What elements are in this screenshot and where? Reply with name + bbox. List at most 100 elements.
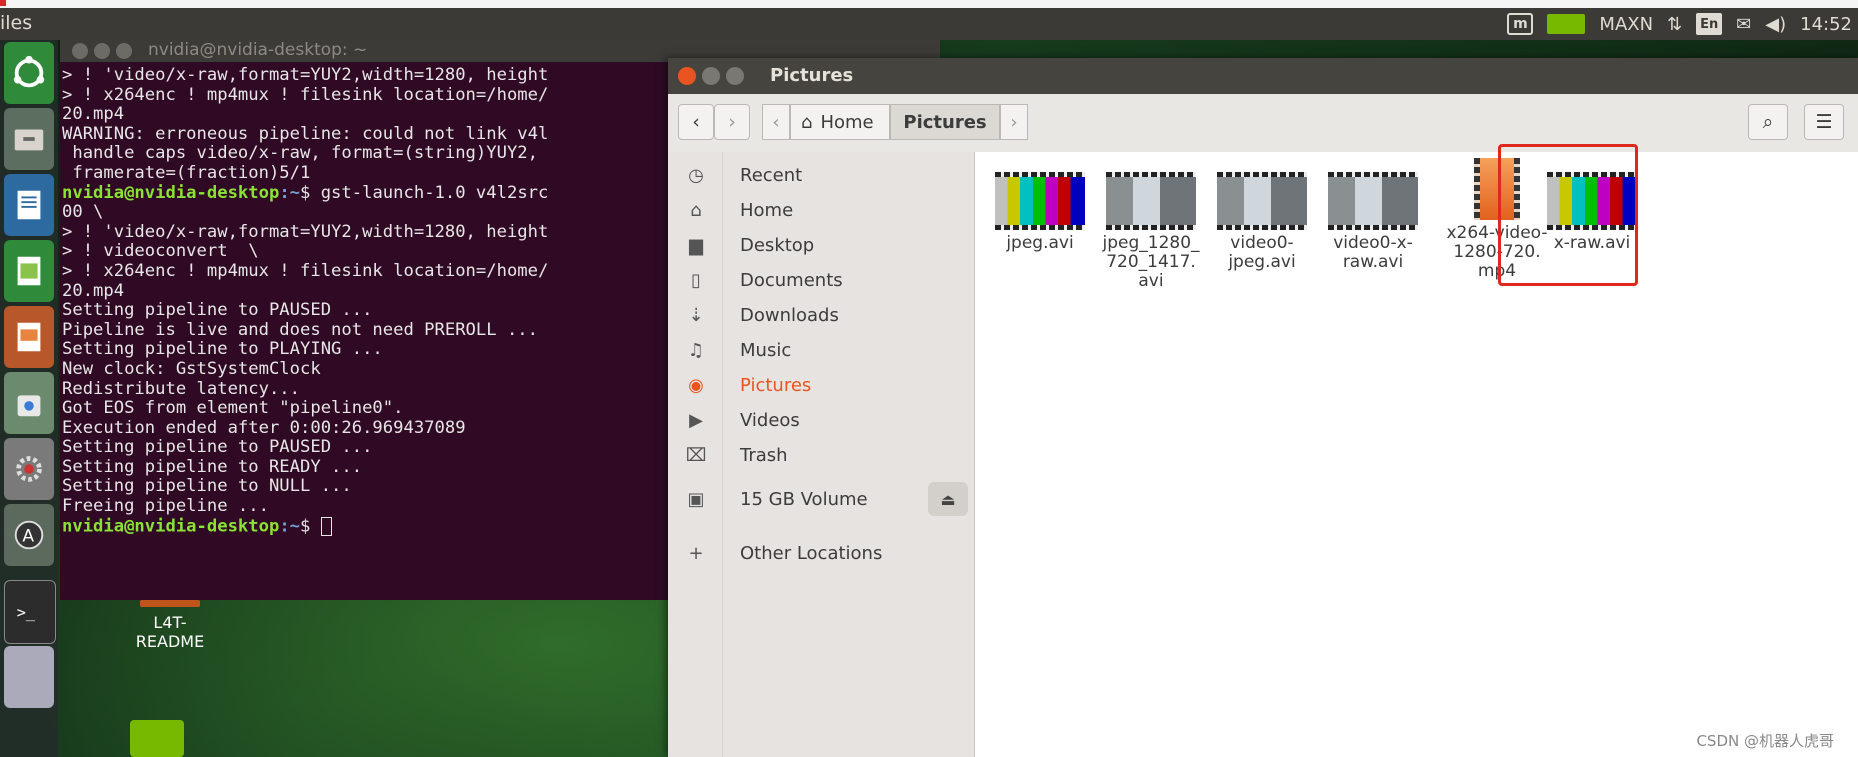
breadcrumb-home[interactable]: ⌂ Home bbox=[790, 104, 890, 140]
chevron-left-icon: ‹ bbox=[692, 111, 700, 133]
system-tray: m MAXN ⇅ En ✉ ◀) 14:52 bbox=[1507, 8, 1852, 40]
launcher-extra-icon[interactable] bbox=[4, 646, 54, 708]
sidebar-item-documents[interactable]: ▯ Documents bbox=[668, 260, 974, 300]
terminal-title: nvidia@nvidia-desktop: ~ bbox=[148, 40, 368, 60]
sidebar-item-home[interactable]: ⌂ Home bbox=[668, 190, 974, 230]
breadcrumb-scroll-left[interactable]: ‹ bbox=[762, 104, 790, 140]
window-title: Pictures bbox=[770, 65, 854, 86]
back-button[interactable]: ‹ bbox=[678, 104, 714, 140]
video-thumbnail bbox=[1106, 172, 1196, 230]
network-arrows-icon[interactable]: ⇅ bbox=[1667, 14, 1682, 35]
video-thumbnail bbox=[1328, 172, 1418, 230]
sidebar-item-downloads[interactable]: ⇣ Downloads bbox=[668, 295, 974, 335]
video-thumbnail bbox=[1217, 172, 1307, 230]
file-name: avi bbox=[1138, 271, 1164, 291]
view-options-button[interactable]: ☰ bbox=[1804, 104, 1844, 140]
prompt-user: nvidia@nvidia-desktop bbox=[62, 182, 280, 203]
file-name: raw.avi bbox=[1342, 252, 1404, 272]
music-icon: ♫ bbox=[687, 339, 705, 361]
file-item[interactable]: jpeg_1280_ 720_1417. avi bbox=[1096, 172, 1206, 291]
home-icon: ⌂ bbox=[690, 199, 702, 221]
sidebar-item-recent[interactable]: ◷ Recent bbox=[668, 155, 974, 195]
file-name: video0-x- bbox=[1333, 233, 1413, 253]
libreoffice-writer-icon[interactable] bbox=[4, 174, 54, 236]
sidebar-item-label: Desktop bbox=[740, 234, 815, 256]
power-mode-label[interactable]: MAXN bbox=[1599, 14, 1653, 35]
prompt-path: :~ bbox=[279, 182, 301, 203]
clock-icon: ◷ bbox=[688, 164, 704, 186]
software-store-icon[interactable] bbox=[4, 372, 54, 434]
plus-icon: + bbox=[688, 542, 704, 564]
svg-text:>_: >_ bbox=[17, 604, 36, 622]
close-icon[interactable] bbox=[678, 67, 696, 85]
system-settings-icon[interactable] bbox=[4, 438, 54, 500]
prompt-path: :~ bbox=[279, 516, 301, 537]
file-name: jpeg.avi bbox=[1006, 233, 1074, 253]
list-view-icon: ☰ bbox=[1815, 111, 1833, 133]
sidebar-item-videos[interactable]: ▶ Videos bbox=[668, 400, 974, 440]
download-icon: ⇣ bbox=[688, 304, 704, 326]
software-updater-icon[interactable]: A bbox=[4, 504, 54, 566]
terminal-cursor bbox=[320, 516, 332, 536]
breadcrumb-current[interactable]: Pictures bbox=[890, 104, 1000, 140]
sidebar-item-desktop[interactable]: ▆ Desktop bbox=[668, 225, 974, 265]
desktop-file-label: L4T- bbox=[153, 613, 187, 632]
nvidia-logo-icon[interactable] bbox=[1547, 14, 1586, 34]
file-icon-bar bbox=[140, 600, 200, 607]
video-icon: ▶ bbox=[689, 409, 703, 431]
sidebar-item-label: Downloads bbox=[740, 304, 839, 326]
close-icon[interactable] bbox=[72, 43, 88, 59]
keyboard-language-indicator[interactable]: En bbox=[1696, 13, 1723, 35]
forward-button[interactable]: › bbox=[714, 104, 750, 140]
maximize-icon[interactable] bbox=[726, 67, 744, 85]
sidebar-item-label: Trash bbox=[740, 444, 788, 466]
sidebar-item-label: Recent bbox=[740, 164, 803, 186]
annotation-highlight-box bbox=[1498, 144, 1638, 286]
camera-icon: ◉ bbox=[688, 374, 704, 396]
sidebar-item-label: Other Locations bbox=[740, 542, 883, 564]
desktop-file-l4t-readme[interactable]: L4T- README bbox=[110, 600, 230, 651]
folder-icon: ▆ bbox=[689, 234, 703, 256]
minimize-icon[interactable] bbox=[702, 67, 720, 85]
sidebar-divider bbox=[722, 152, 723, 757]
nvidia-desktop-icon[interactable] bbox=[130, 720, 184, 757]
file-name: jpeg.avi bbox=[1228, 252, 1296, 272]
mail-icon[interactable]: ✉ bbox=[1736, 14, 1751, 35]
clock[interactable]: 14:52 bbox=[1800, 14, 1852, 35]
file-item[interactable]: jpeg.avi bbox=[985, 172, 1095, 253]
strip-mark bbox=[0, 0, 6, 6]
chevron-right-icon: › bbox=[728, 111, 736, 133]
file-item[interactable]: video0-x- raw.avi bbox=[1318, 172, 1428, 272]
desktop-file-label: README bbox=[135, 632, 205, 651]
document-icon: ▯ bbox=[691, 269, 701, 291]
eject-icon[interactable]: ⏏ bbox=[928, 482, 968, 516]
prompt-user: nvidia@nvidia-desktop bbox=[62, 516, 280, 537]
sidebar-item-label: Home bbox=[740, 199, 794, 221]
search-button[interactable]: ⌕ bbox=[1748, 104, 1788, 140]
libreoffice-impress-icon[interactable] bbox=[4, 306, 54, 368]
files-titlebar[interactable]: Pictures bbox=[668, 58, 1858, 94]
active-app-name: iles bbox=[0, 12, 33, 34]
breadcrumb-scroll-right[interactable]: › bbox=[1000, 104, 1028, 140]
sidebar-item-other-locations[interactable]: + Other Locations bbox=[668, 533, 974, 573]
sidebar-item-pictures[interactable]: ◉ Pictures bbox=[668, 365, 974, 405]
files-app-icon[interactable] bbox=[4, 108, 54, 170]
minimize-icon[interactable] bbox=[94, 43, 110, 59]
prompt-command: $ bbox=[300, 516, 321, 537]
files-window[interactable]: Pictures ‹ › ‹ ⌂ Home Pictures › ⌕ ☰ ◷ Rec… bbox=[668, 58, 1858, 757]
sidebar-item-music[interactable]: ♫ Music bbox=[668, 330, 974, 370]
file-view[interactable]: jpeg.avi jpeg_1280_ 720_1417. avi video0… bbox=[975, 152, 1858, 757]
ubuntu-logo-icon[interactable] bbox=[4, 42, 54, 104]
search-icon: ⌕ bbox=[1762, 111, 1774, 133]
files-toolbar: ‹ › ‹ ⌂ Home Pictures › ⌕ ☰ bbox=[668, 94, 1858, 153]
file-item[interactable]: video0- jpeg.avi bbox=[1207, 172, 1317, 272]
sidebar-item-label: Documents bbox=[740, 269, 843, 291]
sidebar-item-label: Music bbox=[740, 339, 792, 361]
sidebar-item-volume[interactable]: ▣ 15 GB Volume ⏏ bbox=[668, 479, 974, 519]
sidebar-item-trash[interactable]: ⌧ Trash bbox=[668, 435, 974, 475]
indicator-m-icon[interactable]: m bbox=[1507, 13, 1534, 35]
maximize-icon[interactable] bbox=[116, 43, 132, 59]
terminal-app-icon[interactable]: >_ bbox=[4, 580, 56, 644]
volume-icon[interactable]: ◀) bbox=[1765, 14, 1786, 35]
libreoffice-calc-icon[interactable] bbox=[4, 240, 54, 302]
